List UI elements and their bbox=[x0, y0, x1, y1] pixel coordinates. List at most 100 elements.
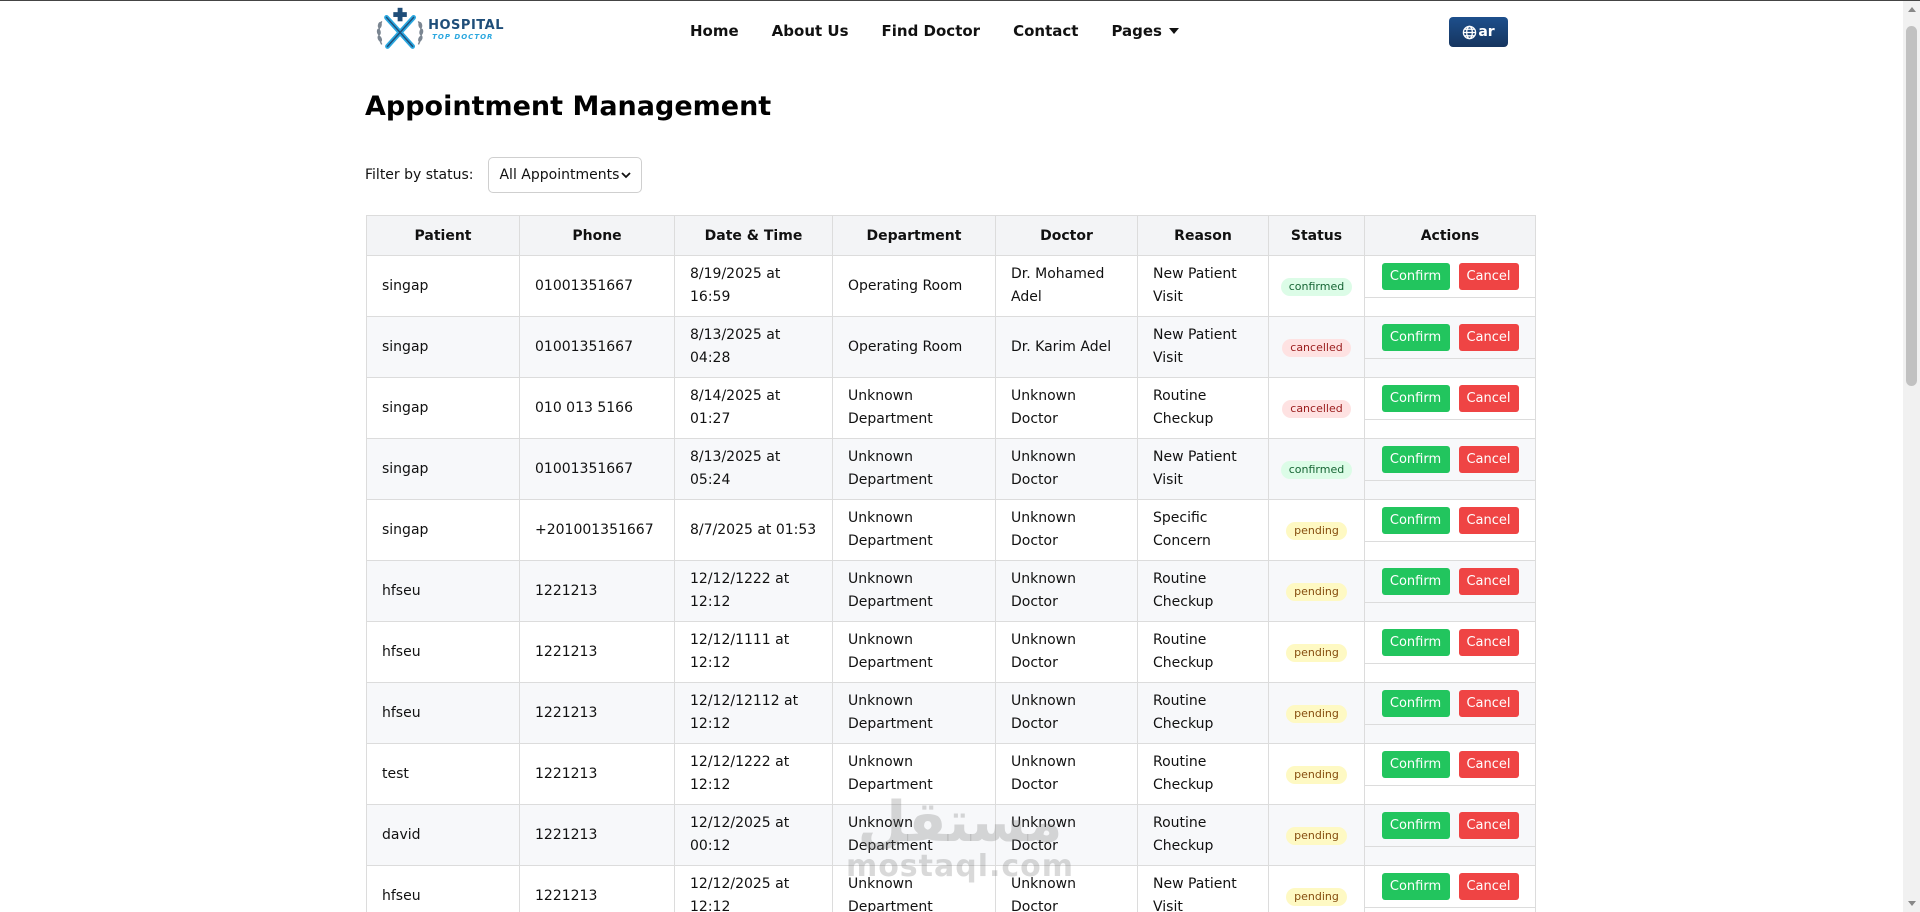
cancel-button[interactable]: Cancel bbox=[1458, 507, 1519, 534]
row-actions: Confirm Cancel bbox=[1365, 501, 1535, 542]
scroll-down-icon[interactable] bbox=[1908, 901, 1916, 906]
cell-date-time: 12/12/1222 at 12:12 bbox=[674, 743, 833, 805]
confirm-button[interactable]: Confirm bbox=[1381, 385, 1450, 412]
cell-date-time: 12/12/2025 at 00:12 bbox=[674, 804, 833, 866]
cell-department: Unknown Department bbox=[832, 865, 996, 912]
row-actions: Confirm Cancel bbox=[1365, 684, 1535, 725]
cell-patient: singap bbox=[366, 377, 520, 439]
logo-subtitle: TOP DOCTOR bbox=[432, 33, 494, 41]
cell-status: pending bbox=[1268, 804, 1365, 866]
table-row: test 1221213 12/12/1222 at 12:12 Unknown De… bbox=[366, 743, 1536, 805]
cancel-button[interactable]: Cancel bbox=[1458, 751, 1519, 778]
nav-pages-dropdown[interactable]: Pages bbox=[1111, 22, 1179, 40]
nav-contact[interactable]: Contact bbox=[1013, 22, 1078, 40]
confirm-button[interactable]: Confirm bbox=[1381, 873, 1450, 900]
cell-date-time: 8/13/2025 at 05:24 bbox=[674, 438, 833, 500]
cell-reason: Routine Checkup bbox=[1137, 560, 1269, 622]
cell-doctor: Unknown Doctor bbox=[995, 377, 1138, 439]
row-actions: Confirm Cancel bbox=[1365, 745, 1535, 786]
cell-status: cancelled bbox=[1268, 377, 1365, 439]
cell-doctor: Unknown Doctor bbox=[995, 682, 1138, 744]
confirm-button[interactable]: Confirm bbox=[1381, 629, 1450, 656]
cancel-button[interactable]: Cancel bbox=[1458, 568, 1519, 595]
table-header-row: Patient Phone Date & Time Department Doc… bbox=[366, 215, 1536, 256]
row-actions: Confirm Cancel bbox=[1365, 867, 1535, 908]
row-actions: Confirm Cancel bbox=[1365, 440, 1535, 481]
cell-reason: Routine Checkup bbox=[1137, 682, 1269, 744]
confirm-button[interactable]: Confirm bbox=[1381, 690, 1450, 717]
cell-doctor: Dr. Mohamed Adel bbox=[995, 255, 1138, 317]
cancel-button[interactable]: Cancel bbox=[1458, 324, 1519, 351]
cancel-button[interactable]: Cancel bbox=[1458, 629, 1519, 656]
cell-reason: Specific Concern bbox=[1137, 499, 1269, 561]
cell-date-time: 8/13/2025 at 04:28 bbox=[674, 316, 833, 378]
language-button[interactable]: ar bbox=[1449, 17, 1508, 47]
confirm-button[interactable]: Confirm bbox=[1381, 324, 1450, 351]
cell-date-time: 12/12/2025 at 12:12 bbox=[674, 865, 833, 912]
cell-status: pending bbox=[1268, 743, 1365, 805]
cell-actions: Confirm Cancel bbox=[1364, 865, 1536, 912]
status-filter-select[interactable]: All Appointments bbox=[488, 157, 643, 193]
header-actions: Actions bbox=[1364, 215, 1536, 256]
status-badge: confirmed bbox=[1280, 460, 1353, 479]
cell-department: Unknown Department bbox=[832, 438, 996, 500]
table-body: singap 01001351667 8/19/2025 at 16:59 Opera… bbox=[366, 255, 1536, 912]
status-badge: cancelled bbox=[1282, 338, 1351, 357]
confirm-button[interactable]: Confirm bbox=[1381, 568, 1450, 595]
cell-actions: Confirm Cancel bbox=[1364, 499, 1536, 561]
cancel-button[interactable]: Cancel bbox=[1458, 263, 1519, 290]
header-phone: Phone bbox=[519, 215, 675, 256]
row-actions: Confirm Cancel bbox=[1365, 562, 1535, 603]
cell-date-time: 12/12/1111 at 12:12 bbox=[674, 621, 833, 683]
logo[interactable]: HOSPITAL TOP DOCTOR bbox=[374, 5, 504, 55]
cell-reason: Routine Checkup bbox=[1137, 743, 1269, 805]
cell-actions: Confirm Cancel bbox=[1364, 316, 1536, 378]
cancel-button[interactable]: Cancel bbox=[1458, 446, 1519, 473]
nav-home[interactable]: Home bbox=[690, 22, 739, 40]
cancel-button[interactable]: Cancel bbox=[1458, 690, 1519, 717]
cell-patient: hfseu bbox=[366, 682, 520, 744]
nav-find-doctor[interactable]: Find Doctor bbox=[882, 22, 981, 40]
cell-phone: 010 013 5166 bbox=[519, 377, 675, 439]
nav-about-us[interactable]: About Us bbox=[772, 22, 849, 40]
table-row: hfseu 1221213 12/12/1111 at 12:12 Unknown D… bbox=[366, 621, 1536, 683]
row-actions: Confirm Cancel bbox=[1365, 318, 1535, 359]
cell-reason: Routine Checkup bbox=[1137, 621, 1269, 683]
language-label: ar bbox=[1478, 24, 1495, 40]
cell-department: Unknown Department bbox=[832, 560, 996, 622]
caret-down-icon bbox=[1169, 28, 1179, 34]
confirm-button[interactable]: Confirm bbox=[1381, 507, 1450, 534]
cell-phone: +201001351667 bbox=[519, 499, 675, 561]
confirm-button[interactable]: Confirm bbox=[1381, 446, 1450, 473]
vertical-scrollbar[interactable] bbox=[1903, 1, 1920, 912]
row-actions: Confirm Cancel bbox=[1365, 257, 1535, 298]
scrollbar-thumb[interactable] bbox=[1906, 26, 1917, 386]
chevron-down-icon bbox=[621, 172, 632, 179]
scroll-up-icon[interactable] bbox=[1908, 7, 1916, 12]
cell-phone: 01001351667 bbox=[519, 255, 675, 317]
cell-patient: singap bbox=[366, 438, 520, 500]
table-row: hfseu 1221213 12/12/1222 at 12:12 Unknown D… bbox=[366, 560, 1536, 622]
table-row: david 1221213 12/12/2025 at 00:12 Unknown D… bbox=[366, 804, 1536, 866]
logo-title: HOSPITAL bbox=[428, 18, 504, 33]
page: HOSPITAL TOP DOCTOR Home About Us Find D… bbox=[0, 0, 1920, 912]
cancel-button[interactable]: Cancel bbox=[1458, 385, 1519, 412]
status-badge: pending bbox=[1286, 765, 1347, 784]
confirm-button[interactable]: Confirm bbox=[1381, 812, 1450, 839]
cell-phone: 1221213 bbox=[519, 560, 675, 622]
page-title: Appointment Management bbox=[365, 91, 772, 122]
cell-doctor: Unknown Doctor bbox=[995, 438, 1138, 500]
cancel-button[interactable]: Cancel bbox=[1458, 812, 1519, 839]
status-badge: confirmed bbox=[1280, 277, 1353, 296]
status-badge: pending bbox=[1286, 582, 1347, 601]
header: HOSPITAL TOP DOCTOR Home About Us Find D… bbox=[0, 1, 1900, 63]
cancel-button[interactable]: Cancel bbox=[1458, 873, 1519, 900]
confirm-button[interactable]: Confirm bbox=[1381, 751, 1450, 778]
cell-phone: 1221213 bbox=[519, 621, 675, 683]
globe-icon bbox=[1463, 25, 1477, 39]
table-row: hfseu 1221213 12/12/2025 at 12:12 Unknown D… bbox=[366, 865, 1536, 912]
header-status: Status bbox=[1268, 215, 1365, 256]
cell-department: Operating Room bbox=[832, 316, 996, 378]
cell-reason: New Patient Visit bbox=[1137, 865, 1269, 912]
confirm-button[interactable]: Confirm bbox=[1381, 263, 1450, 290]
